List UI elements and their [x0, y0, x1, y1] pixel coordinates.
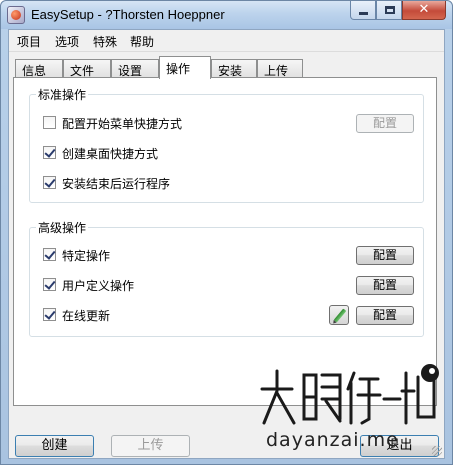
app-window: EasySetup - ?Thorsten Hoeppner ✕ 项目 选项 特…: [0, 0, 453, 465]
menu-help[interactable]: 帮助: [130, 33, 154, 50]
maximize-icon: [385, 6, 395, 14]
maximize-button[interactable]: [376, 1, 402, 20]
upload-button[interactable]: 上传: [111, 435, 190, 457]
watermark-site: dayanzai.me: [266, 429, 399, 451]
close-button[interactable]: ✕: [402, 1, 446, 20]
checkbox-desktop-shortcut[interactable]: [43, 146, 56, 159]
app-icon[interactable]: [7, 6, 25, 24]
minimize-button[interactable]: [350, 1, 376, 20]
client-area: 项目 选项 特殊 帮助 信息 文件 设置 操作 安装 上传 标准操作 配置开始菜…: [8, 29, 445, 459]
pencil-icon: [333, 308, 347, 323]
title-bar[interactable]: EasySetup - ?Thorsten Hoeppner ✕: [1, 1, 452, 29]
close-icon: ✕: [418, 2, 430, 17]
edit-online-update-button[interactable]: [329, 305, 349, 325]
label-specific-actions: 特定操作: [62, 249, 111, 263]
create-button[interactable]: 创建: [15, 435, 94, 457]
configure-specific-actions-button[interactable]: 配置: [356, 246, 414, 265]
label-desktop-shortcut: 创建桌面快捷方式: [62, 147, 159, 161]
tab-settings[interactable]: 设置: [111, 59, 159, 78]
label-online-update: 在线更新: [62, 309, 111, 323]
label-user-defined-actions: 用户定义操作: [62, 279, 135, 293]
minimize-icon: [359, 12, 368, 15]
window-controls: ✕: [350, 1, 446, 21]
checkbox-user-defined-actions[interactable]: [43, 278, 56, 291]
tab-upload[interactable]: 上传: [257, 59, 303, 78]
tab-actions[interactable]: 操作: [159, 56, 211, 79]
menu-project[interactable]: 项目: [17, 33, 41, 50]
actions-panel: 标准操作 配置开始菜单快捷方式 配置 创建桌面快捷方式 安装结束后运行程序 高级…: [13, 77, 437, 406]
configure-online-update-button[interactable]: 配置: [356, 306, 414, 325]
resize-grip[interactable]: [432, 446, 442, 456]
configure-user-defined-button[interactable]: 配置: [356, 276, 414, 295]
checkbox-run-after-install[interactable]: [43, 176, 56, 189]
menu-special[interactable]: 特殊: [93, 33, 117, 50]
advanced-actions-group: 高级操作 特定操作 配置 用户定义操作 配置 在线更新 配置: [29, 219, 424, 337]
window-title: EasySetup - ?Thorsten Hoeppner: [31, 7, 225, 22]
standard-actions-group: 标准操作 配置开始菜单快捷方式 配置 创建桌面快捷方式 安装结束后运行程序: [29, 86, 424, 203]
label-start-menu-shortcut: 配置开始菜单快捷方式: [62, 117, 183, 131]
tab-install[interactable]: 安装: [211, 59, 257, 78]
configure-start-menu-button[interactable]: 配置: [356, 114, 414, 133]
checkbox-start-menu-shortcut[interactable]: [43, 116, 56, 129]
checkbox-online-update[interactable]: [43, 308, 56, 321]
checkbox-specific-actions[interactable]: [43, 248, 56, 261]
tab-info[interactable]: 信息: [15, 59, 63, 78]
menu-options[interactable]: 选项: [55, 33, 79, 50]
group-title-advanced: 高级操作: [36, 219, 89, 236]
tab-files[interactable]: 文件: [63, 59, 111, 78]
group-title-standard: 标准操作: [36, 86, 89, 103]
menu-bar: 项目 选项 特殊 帮助: [9, 30, 444, 52]
label-run-after-install: 安装结束后运行程序: [62, 177, 171, 191]
